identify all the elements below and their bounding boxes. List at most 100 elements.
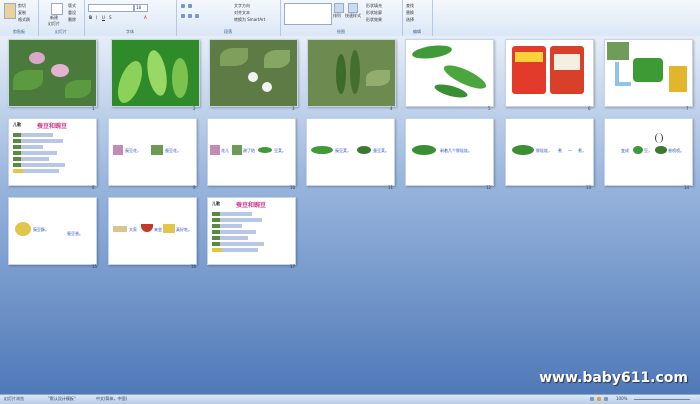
slide-text: 煮 xyxy=(558,148,562,153)
bean-pod-image xyxy=(655,146,667,154)
pea-pod-image xyxy=(113,57,147,106)
shape-effects-button[interactable]: 形状效果 xyxy=(366,17,382,23)
slide-text: 变成 xyxy=(621,148,629,153)
slide-thumbnail[interactable] xyxy=(209,39,298,107)
font-size-box[interactable]: 18 xyxy=(134,4,148,12)
slide-text: 来尝 xyxy=(154,227,162,232)
arrange-button[interactable]: 排列 xyxy=(333,13,341,19)
flower-image xyxy=(29,52,45,64)
align-center-icon[interactable] xyxy=(188,14,192,18)
slide-thumbnail[interactable]: 大家 来尝 真好吃。 xyxy=(108,197,197,265)
cut-button[interactable]: 剪切 xyxy=(18,3,26,9)
align-left-icon[interactable] xyxy=(181,14,185,18)
sorter-view-icon[interactable] xyxy=(597,397,601,401)
slide-thumbnail[interactable]: 剥着几个胖娃娃。 xyxy=(405,118,494,186)
shape-outline-button[interactable]: 形状轮廓 xyxy=(366,10,382,16)
format-painter-button[interactable]: 格式刷 xyxy=(18,17,30,23)
slide-thumbnail[interactable]: 儿歌 蚕豆和豌豆 xyxy=(207,197,296,265)
zoom-slider[interactable] xyxy=(634,399,690,400)
slide-text: 豌豆花， xyxy=(125,148,141,153)
bean-pod-image xyxy=(357,146,371,154)
font-size-value: 18 xyxy=(136,5,142,10)
bold-icon[interactable]: B xyxy=(89,15,92,20)
zoom-level[interactable]: 100% xyxy=(616,396,627,401)
flower-image xyxy=(15,222,31,236)
quick-styles-button[interactable]: 快速样式 xyxy=(345,13,361,19)
clipboard-group: 剪切 复制 格式刷 剪贴板 xyxy=(0,0,39,36)
text-direction-button[interactable]: 文字方向 xyxy=(234,3,250,9)
replace-button[interactable]: 替换 xyxy=(406,10,414,16)
drawing-group: 排列 快速样式 形状填充 形状轮廓 形状效果 绘图 xyxy=(280,0,403,36)
italic-icon[interactable]: I xyxy=(96,15,97,20)
slide-thumbnail[interactable] xyxy=(405,39,494,107)
slide-number: 2 xyxy=(193,106,196,111)
paragraph-label: 段落 xyxy=(224,29,232,34)
flower-image xyxy=(262,82,272,92)
normal-view-icon[interactable] xyxy=(590,397,594,401)
numbering-icon[interactable] xyxy=(188,4,192,8)
slide-text: 蚕豆香。 xyxy=(67,231,83,236)
font-color-icon[interactable]: A xyxy=(144,15,147,20)
poem-lines xyxy=(13,131,83,175)
slide-thumbnail[interactable] xyxy=(604,39,693,107)
select-button[interactable]: 选择 xyxy=(406,17,414,23)
find-button[interactable]: 查找 xyxy=(406,3,414,9)
font-group: 18 B I U S A 字体 xyxy=(84,0,177,36)
slide-thumbnail[interactable]: 儿歌 蚕豆和豌豆 xyxy=(8,118,97,186)
arrange-icon[interactable] xyxy=(334,3,344,13)
slide-text: 胖娃娃， xyxy=(536,148,552,153)
snack-bag-label xyxy=(554,54,580,70)
slide-thumbnail[interactable]: 花儿 谢了结 豆荚。 xyxy=(207,118,296,186)
align-right-icon[interactable] xyxy=(195,14,199,18)
smartart-button[interactable]: 转换为 SmartArt xyxy=(234,17,265,23)
view-status: 幻灯片浏览 xyxy=(4,396,24,401)
slide-thumbnail[interactable] xyxy=(307,39,396,107)
leaf-image xyxy=(264,50,290,68)
strike-icon[interactable]: S xyxy=(109,15,112,20)
snack-image xyxy=(113,226,127,232)
slide-thumbnail[interactable]: 豌豆荚， 蚕豆荚。 xyxy=(306,118,395,186)
slides-group: 新建 幻灯片 版式 重设 删除 幻灯片 xyxy=(38,0,85,36)
bullets-icon[interactable] xyxy=(181,4,185,8)
font-name-box[interactable] xyxy=(88,4,134,12)
flower-image xyxy=(151,145,163,155)
delete-button[interactable]: 删除 xyxy=(68,17,76,23)
pea-pod-image xyxy=(311,146,333,154)
paragraph-group: 文字方向 对齐文本 转换为 SmartArt 段落 xyxy=(176,0,281,36)
slide-number: 14 xyxy=(684,185,690,190)
shapes-gallery[interactable] xyxy=(284,3,332,25)
slide-thumbnail[interactable]: 豌豆酥， 蚕豆香。 xyxy=(8,197,97,265)
leaf-image xyxy=(366,70,390,86)
slide-thumbnail[interactable]: 豌豆花， 蚕豆花。 xyxy=(108,118,197,186)
slide-text: 豆荚。 xyxy=(274,148,286,153)
slide-thumbnail[interactable] xyxy=(8,39,97,107)
slide-thumbnail[interactable] xyxy=(505,39,594,107)
reset-button[interactable]: 重设 xyxy=(68,10,76,16)
ribbon: 剪切 复制 格式刷 剪贴板 新建 幻灯片 版式 重设 删除 幻灯片 18 B I… xyxy=(0,0,700,37)
flower-image xyxy=(248,72,258,82)
slide-number: 6 xyxy=(588,106,591,111)
slide-number: 16 xyxy=(191,264,197,269)
pea-pod-image xyxy=(411,43,453,61)
pea-pod-image xyxy=(433,81,469,101)
underline-icon[interactable]: U xyxy=(102,15,105,20)
slide-text: 花儿 xyxy=(221,148,229,153)
copy-button[interactable]: 复制 xyxy=(18,10,26,16)
quick-styles-icon[interactable] xyxy=(348,3,358,13)
editing-group: 查找 替换 选择 编辑 xyxy=(402,0,433,36)
pea-pod-image xyxy=(172,58,188,98)
slideshow-view-icon[interactable] xyxy=(604,397,608,401)
slide-thumbnail[interactable]: 变成 豆， 香喷喷。 xyxy=(604,118,693,186)
align-text-button[interactable]: 对齐文本 xyxy=(234,10,250,16)
slide-sorter-area: 1 2 3 4 5 6 7 儿歌 蚕豆和豌豆 豌豆花， 蚕豆花。 花儿 谢了结 … xyxy=(0,36,700,394)
slide-text: 谢了结 xyxy=(243,148,255,153)
paste-icon[interactable] xyxy=(4,3,16,19)
layout-button[interactable]: 版式 xyxy=(68,3,76,9)
slide-thumbnail[interactable] xyxy=(111,39,200,107)
flower-image xyxy=(113,145,123,155)
new-slide-icon[interactable] xyxy=(51,3,63,15)
font-label: 字体 xyxy=(126,29,134,34)
slide-thumbnail[interactable]: 胖娃娃， 煮 一 煮， xyxy=(505,118,594,186)
shape-fill-button[interactable]: 形状填充 xyxy=(366,3,382,9)
flower-image xyxy=(210,145,220,155)
